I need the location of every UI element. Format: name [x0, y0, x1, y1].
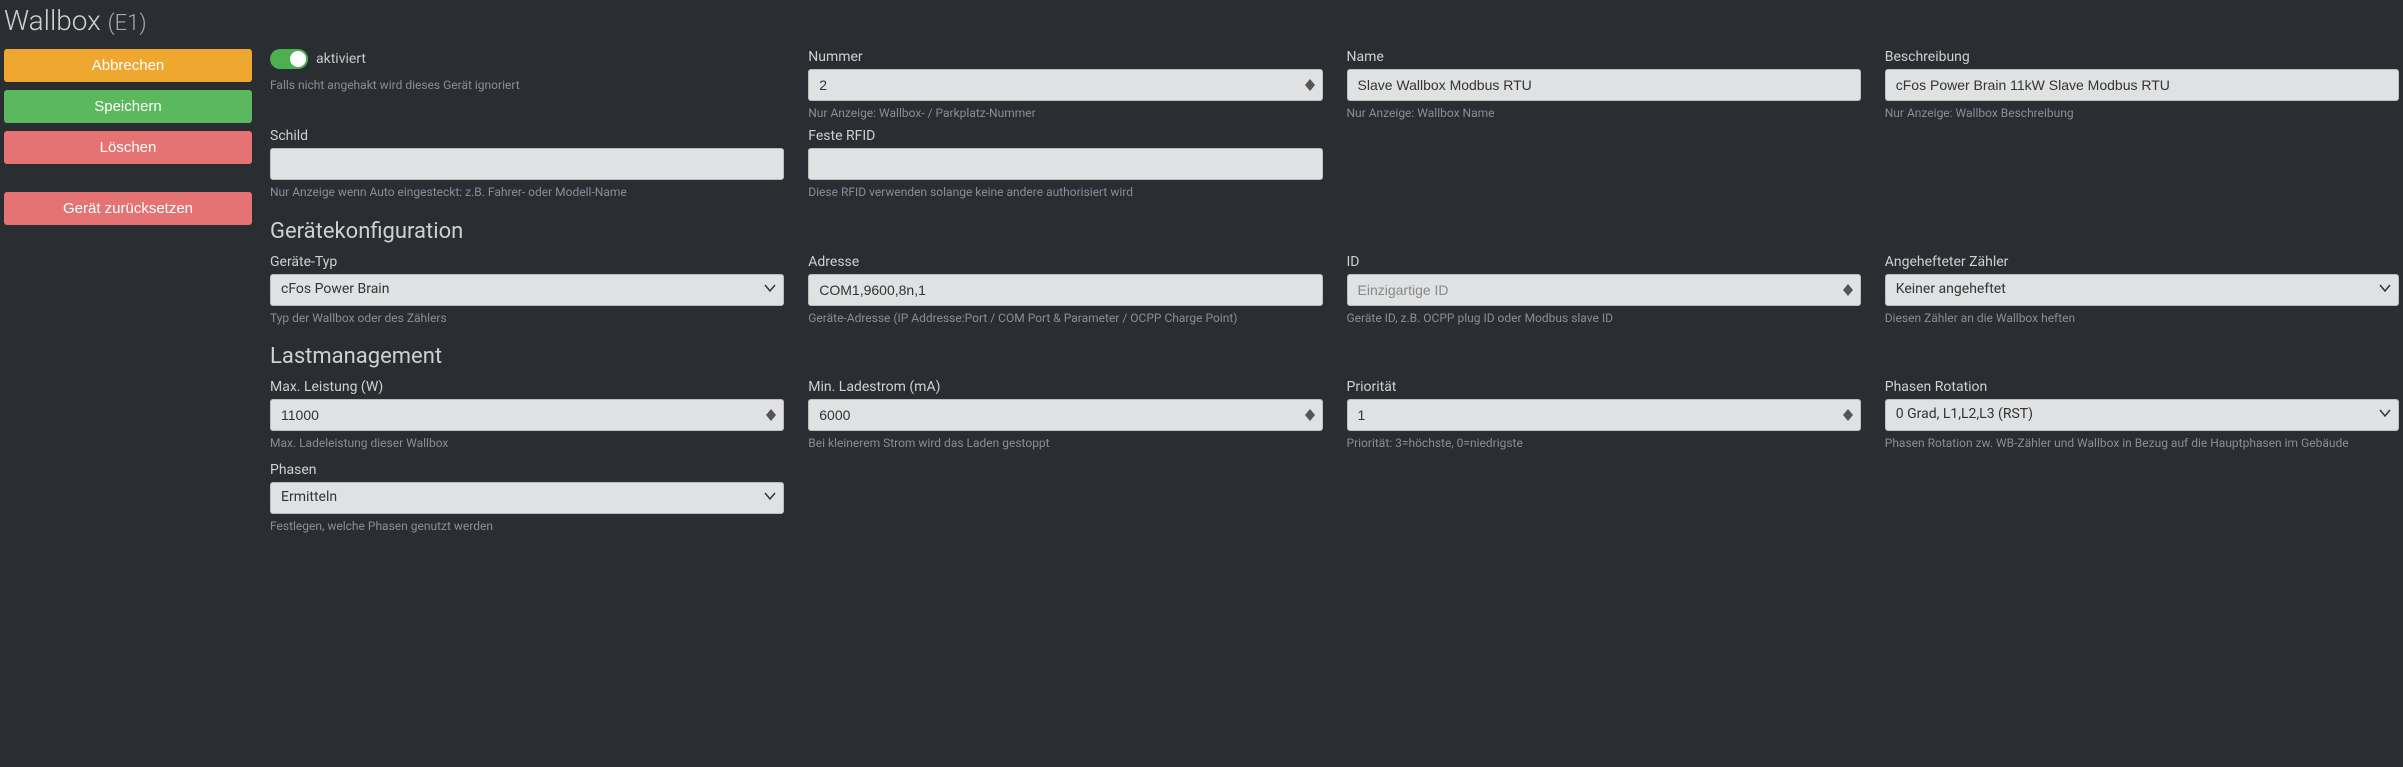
- title-suffix: (E1): [108, 11, 147, 36]
- reset-device-button[interactable]: Gerät zurücksetzen: [4, 192, 252, 225]
- delete-button[interactable]: Löschen: [4, 131, 252, 164]
- maxpower-label: Max. Leistung (W): [270, 379, 784, 395]
- phases-label: Phasen: [270, 462, 784, 478]
- section-config-title: Gerätekonfiguration: [270, 219, 2399, 244]
- sign-label: Schild: [270, 128, 784, 144]
- activated-label: aktiviert: [316, 51, 366, 67]
- mincurr-input[interactable]: [808, 399, 1322, 431]
- address-label: Adresse: [808, 254, 1322, 270]
- devtype-select[interactable]: cFos Power Brain: [270, 274, 784, 306]
- pinned-label: Angehefteter Zähler: [1885, 254, 2399, 270]
- desc-help: Nur Anzeige: Wallbox Beschreibung: [1885, 105, 2399, 122]
- devtype-label: Geräte-Typ: [270, 254, 784, 270]
- cancel-button[interactable]: Abbrechen: [4, 49, 252, 82]
- save-button[interactable]: Speichern: [4, 90, 252, 123]
- rfid-help: Diese RFID verwenden solange keine ander…: [808, 184, 1322, 201]
- number-help: Nur Anzeige: Wallbox- / Parkplatz-Nummer: [808, 105, 1322, 122]
- phrot-label: Phasen Rotation: [1885, 379, 2399, 395]
- prio-input[interactable]: [1347, 399, 1861, 431]
- sign-input[interactable]: [270, 148, 784, 180]
- sign-help: Nur Anzeige wenn Auto eingesteckt: z.B. …: [270, 184, 784, 201]
- desc-input[interactable]: [1885, 69, 2399, 101]
- activated-help: Falls nicht angehakt wird dieses Gerät i…: [270, 77, 784, 94]
- prio-help: Priorität: 3=höchste, 0=niedrigste: [1347, 435, 1861, 452]
- pinned-select[interactable]: Keiner angeheftet: [1885, 274, 2399, 306]
- maxpower-help: Max. Ladeleistung dieser Wallbox: [270, 435, 784, 452]
- mincurr-label: Min. Ladestrom (mA): [808, 379, 1322, 395]
- id-label: ID: [1347, 254, 1861, 270]
- mincurr-help: Bei kleinerem Strom wird das Laden gesto…: [808, 435, 1322, 452]
- name-help: Nur Anzeige: Wallbox Name: [1347, 105, 1861, 122]
- address-input[interactable]: [808, 274, 1322, 306]
- id-input[interactable]: [1347, 274, 1861, 306]
- rfid-input[interactable]: [808, 148, 1322, 180]
- phrot-help: Phasen Rotation zw. WB-Zähler und Wallbo…: [1885, 435, 2399, 452]
- name-input[interactable]: [1347, 69, 1861, 101]
- title-main: Wallbox: [4, 4, 101, 37]
- number-label: Nummer: [808, 49, 1322, 65]
- sidebar: Abbrechen Speichern Löschen Gerät zurück…: [4, 49, 252, 541]
- pinned-help: Diesen Zähler an die Wallbox heften: [1885, 310, 2399, 327]
- devtype-help: Typ der Wallbox oder des Zählers: [270, 310, 784, 327]
- phases-select[interactable]: Ermitteln: [270, 482, 784, 514]
- activated-toggle[interactable]: [270, 49, 308, 69]
- prio-label: Priorität: [1347, 379, 1861, 395]
- address-help: Geräte-Adresse (IP Addresse:Port / COM P…: [808, 310, 1322, 327]
- desc-label: Beschreibung: [1885, 49, 2399, 65]
- phases-help: Festlegen, welche Phasen genutzt werden: [270, 518, 784, 535]
- maxpower-input[interactable]: [270, 399, 784, 431]
- id-help: Geräte ID, z.B. OCPP plug ID oder Modbus…: [1347, 310, 1861, 327]
- number-input[interactable]: [808, 69, 1322, 101]
- rfid-label: Feste RFID: [808, 128, 1322, 144]
- phrot-select[interactable]: 0 Grad, L1,L2,L3 (RST): [1885, 399, 2399, 431]
- name-label: Name: [1347, 49, 1861, 65]
- section-load-title: Lastmanagement: [270, 344, 2399, 369]
- page-title: Wallbox (E1): [0, 0, 2403, 49]
